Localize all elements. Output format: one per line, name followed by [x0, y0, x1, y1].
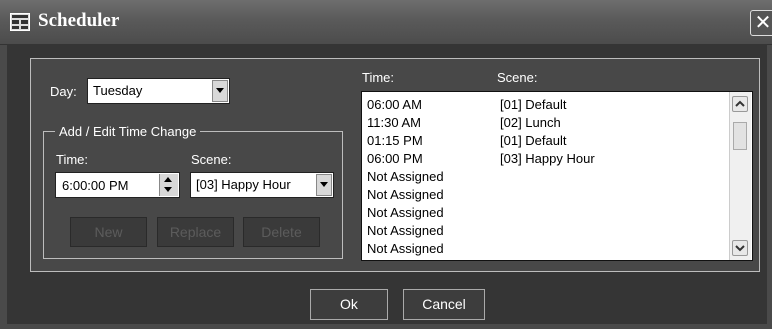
list-item[interactable]: 11:30 AM [02] Lunch — [367, 115, 561, 130]
time-label: Time: — [56, 152, 89, 167]
list-item[interactable]: Not Assigned — [367, 205, 444, 220]
list-item[interactable]: 06:00 AM [01] Default — [367, 97, 567, 112]
list-item-time: Not Assigned — [367, 205, 444, 220]
replace-button[interactable]: Replace — [157, 217, 234, 247]
list-header-time: Time: — [362, 70, 395, 85]
new-button[interactable]: New — [70, 217, 147, 247]
delete-button[interactable]: Delete — [243, 217, 320, 247]
scroll-thumb[interactable] — [733, 122, 747, 150]
list-item[interactable]: Not Assigned — [367, 187, 444, 202]
app-icon — [10, 13, 30, 31]
spin-up-icon[interactable] — [164, 177, 172, 182]
scene-select-value: [03] Happy Hour — [196, 177, 291, 192]
chevron-up-icon — [735, 100, 745, 107]
list-item-time: 06:00 AM — [367, 97, 422, 112]
group-title: Add / Edit Time Change — [55, 124, 201, 139]
time-input-value: 6:00:00 PM — [62, 178, 129, 193]
cancel-button[interactable]: Cancel — [403, 289, 485, 320]
window-title: Scheduler — [38, 10, 120, 31]
chevron-down-icon[interactable] — [316, 174, 332, 196]
day-label: Day: — [50, 84, 77, 99]
list-item-time: 11:30 AM — [367, 115, 421, 130]
list-item-time: Not Assigned — [367, 223, 444, 238]
close-button[interactable]: ✕ — [750, 10, 772, 36]
list-item-scene: [01] Default — [500, 97, 567, 112]
list-item-time: 06:00 PM — [367, 151, 423, 166]
list-scrollbar[interactable] — [729, 92, 751, 260]
list-item-scene: [02] Lunch — [500, 115, 561, 130]
day-select-value: Tuesday — [93, 83, 143, 98]
list-item-time: Not Assigned — [367, 187, 444, 202]
list-item-time: Not Assigned — [367, 241, 444, 256]
scroll-up-button[interactable] — [732, 96, 748, 112]
time-spinner[interactable] — [159, 174, 178, 196]
list-item-time: Not Assigned — [367, 169, 444, 184]
list-item[interactable]: Not Assigned — [367, 223, 444, 238]
chevron-down-icon[interactable] — [212, 80, 228, 102]
spin-down-icon[interactable] — [164, 187, 172, 192]
list-item-scene: [01] Default — [500, 133, 567, 148]
list-header-scene: Scene: — [497, 70, 538, 85]
list-item[interactable]: Not Assigned — [367, 169, 444, 184]
list-item[interactable]: 06:00 PM [03] Happy Hour — [367, 151, 595, 166]
title-bar: Scheduler ✕ — [0, 0, 772, 45]
day-select[interactable]: Tuesday — [87, 78, 230, 104]
ok-button[interactable]: Ok — [310, 289, 388, 320]
scene-select[interactable]: [03] Happy Hour — [190, 172, 334, 198]
scene-label: Scene: — [191, 152, 232, 167]
scroll-down-button[interactable] — [732, 240, 748, 256]
list-item-time: 01:15 PM — [367, 133, 423, 148]
list-item[interactable]: Not Assigned — [367, 241, 444, 256]
schedule-list[interactable]: 06:00 AM [01] Default 11:30 AM [02] Lunch … — [361, 91, 753, 261]
list-item-scene: [03] Happy Hour — [500, 151, 595, 166]
time-input[interactable]: 6:00:00 PM — [55, 172, 180, 198]
list-item[interactable]: 01:15 PM [01] Default — [367, 133, 567, 148]
chevron-down-icon — [735, 245, 745, 252]
scheduler-window: Scheduler ✕ Day: Tuesday Add / Edit Time… — [0, 0, 772, 329]
